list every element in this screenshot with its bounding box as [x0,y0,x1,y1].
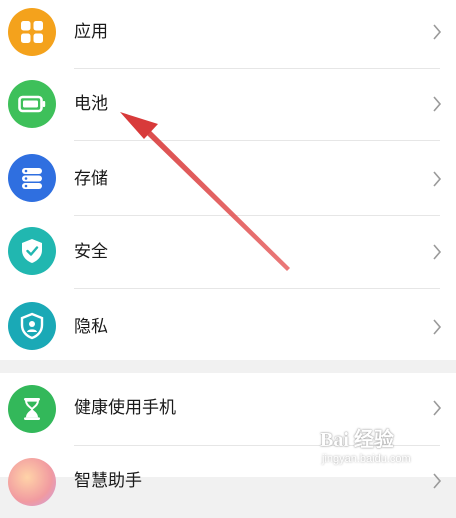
settings-item-storage[interactable]: 存储 [0,140,456,212]
settings-item-label: 健康使用手机 [74,398,176,418]
chevron-right-icon [433,171,442,187]
settings-item-battery[interactable]: 电池 [0,68,456,140]
chevron-right-icon [433,473,442,489]
privacy-shield-icon [8,302,56,350]
settings-item-label: 隐私 [74,317,108,337]
settings-item-security[interactable]: 安全 [0,215,456,287]
settings-item-label: 智慧助手 [74,471,142,491]
hourglass-icon [8,385,56,433]
chevron-right-icon [433,400,442,416]
settings-item-apps[interactable]: 应用 [0,0,456,68]
settings-item-assistant[interactable]: 智慧助手 [0,446,456,518]
settings-item-digital-balance[interactable]: 健康使用手机 [0,373,456,445]
shield-check-icon [8,227,56,275]
chevron-right-icon [433,244,442,260]
chevron-right-icon [433,24,442,40]
chevron-right-icon [433,96,442,112]
settings-group-main: 应用 电池 存储 安全 隐私 [0,0,456,360]
settings-item-label: 安全 [74,242,108,262]
settings-item-privacy[interactable]: 隐私 [0,288,456,360]
apps-icon [8,8,56,56]
settings-item-label: 应用 [74,22,108,42]
settings-group-secondary: 健康使用手机 智慧助手 [0,373,456,506]
storage-icon [8,154,56,202]
assistant-icon [8,458,56,506]
battery-icon [8,80,56,128]
settings-item-label: 电池 [74,94,108,114]
settings-item-label: 存储 [74,169,108,189]
chevron-right-icon [433,319,442,335]
